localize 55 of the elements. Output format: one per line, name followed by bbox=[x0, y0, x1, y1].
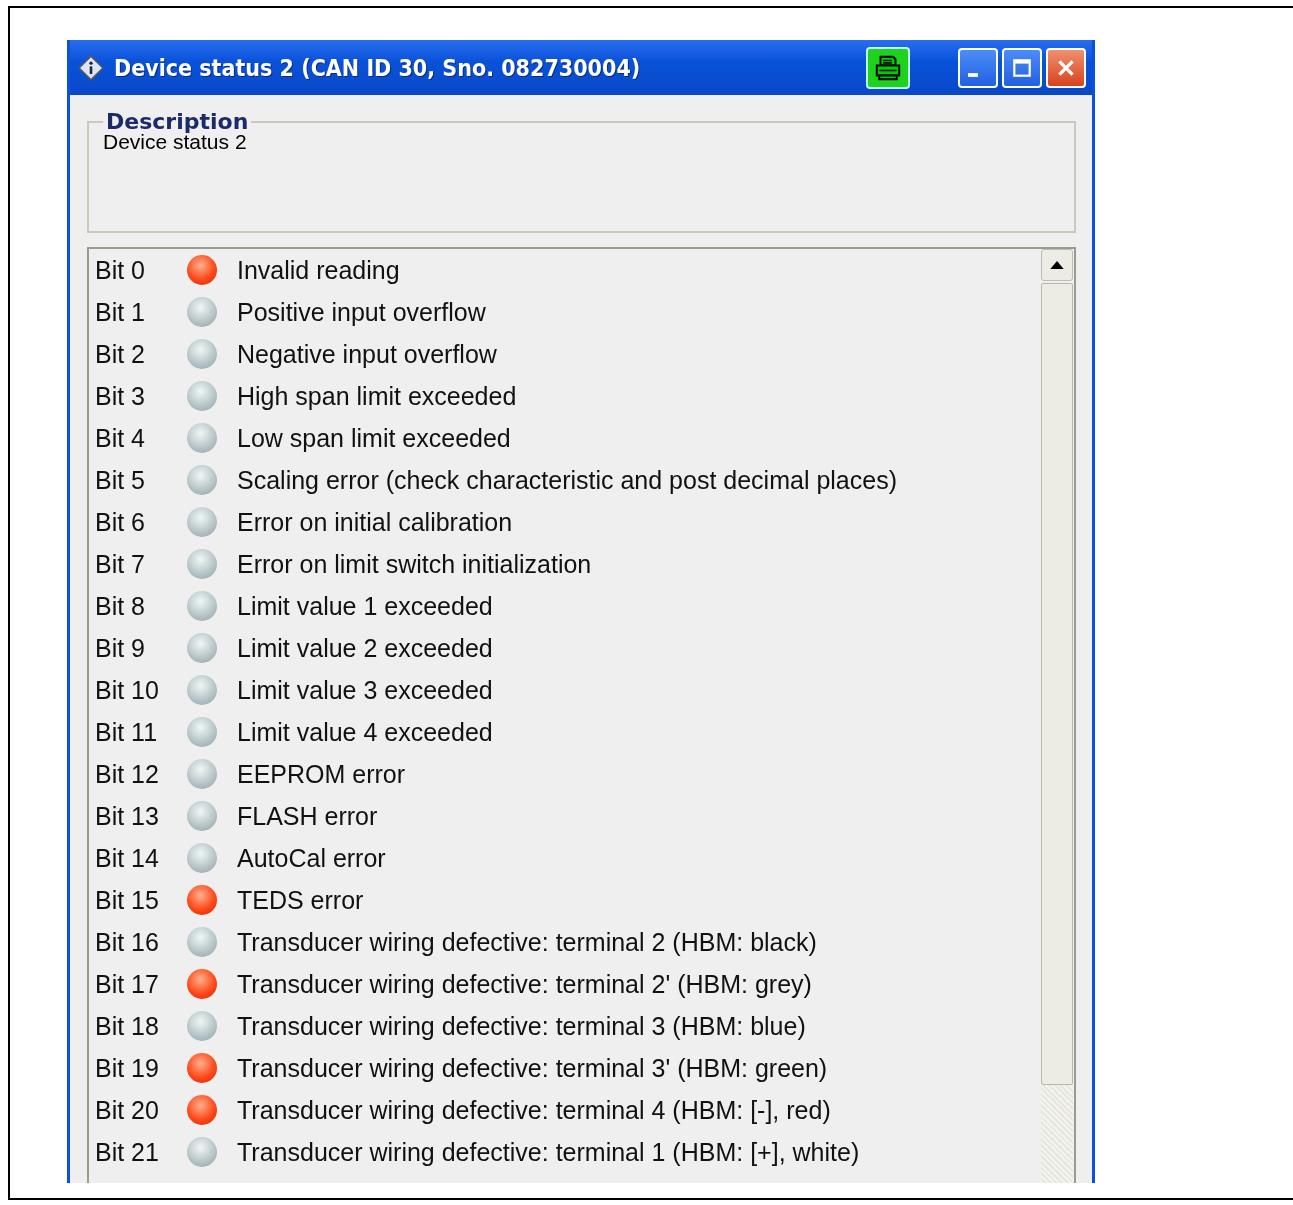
status-label: Negative input overflow bbox=[237, 339, 497, 369]
status-label: Error on initial calibration bbox=[237, 507, 513, 537]
status-label: Transducer wiring defective: terminal 4 (HBM: [-], red) bbox=[237, 1095, 831, 1125]
print-button[interactable] bbox=[866, 46, 910, 89]
status-label: High span limit exceeded bbox=[237, 381, 517, 411]
bit-number: Bit 11 bbox=[95, 717, 159, 747]
close-button[interactable] bbox=[1046, 47, 1086, 88]
maximize-button[interactable] bbox=[1002, 47, 1042, 88]
bit-number: Bit 1 bbox=[95, 297, 147, 327]
status-label: EEPROM error bbox=[237, 759, 406, 789]
bit-number: Bit 9 bbox=[95, 633, 147, 663]
bit-number: Bit 10 bbox=[95, 675, 160, 705]
status-label: Limit value 1 exceeded bbox=[237, 591, 493, 621]
status-label: Limit value 2 exceeded bbox=[237, 633, 493, 663]
bit-number: Bit 18 bbox=[95, 1011, 160, 1041]
bit-number: Bit 12 bbox=[95, 759, 160, 789]
status-label: TEDS error bbox=[237, 885, 364, 915]
bit-number: Bit 15 bbox=[95, 885, 160, 915]
info-icon bbox=[78, 54, 104, 81]
group-legend: Description bbox=[103, 109, 252, 134]
status-label: Transducer wiring defective: terminal 2 (HBM: black) bbox=[237, 927, 817, 957]
status-label: Transducer wiring defective: terminal 1 (HBM: [+], white) bbox=[237, 1137, 860, 1167]
maximize-icon bbox=[1011, 56, 1033, 79]
bit-number: Bit 3 bbox=[95, 381, 147, 411]
status-label: Positive input overflow bbox=[237, 297, 486, 327]
window-title: Device status 2 (CAN ID 30, Sno. 082730004) bbox=[114, 54, 641, 81]
status-label: Limit value 4 exceeded bbox=[237, 717, 493, 747]
bit-number: Bit 16 bbox=[95, 927, 160, 957]
bit-number: Bit 0 bbox=[95, 255, 147, 285]
bit-number: Bit 5 bbox=[95, 465, 147, 495]
status-label: Transducer wiring defective: terminal 2' (HBM: grey) bbox=[237, 969, 812, 999]
status-label: Transducer wiring defective: terminal 3' (HBM: green) bbox=[237, 1053, 828, 1083]
bit-number: Bit 17 bbox=[95, 969, 160, 999]
up-arrow-icon bbox=[1050, 261, 1064, 269]
status-label: FLASH error bbox=[237, 801, 378, 831]
minimize-button[interactable] bbox=[958, 47, 998, 88]
bit-number: Bit 6 bbox=[95, 507, 147, 537]
bit-number: Bit 19 bbox=[95, 1053, 160, 1083]
bit-number: Bit 2 bbox=[95, 339, 147, 369]
status-label: Low span limit exceeded bbox=[237, 423, 511, 453]
status-label: Transducer wiring defective: terminal 3 (HBM: blue) bbox=[237, 1011, 806, 1041]
status-label: Invalid reading bbox=[237, 255, 400, 285]
bit-number: Bit 8 bbox=[95, 591, 147, 621]
bit-number: Bit 14 bbox=[95, 843, 160, 873]
bit-number: Bit 20 bbox=[95, 1095, 160, 1125]
status-label: Scaling error (check characteristic and post decimal places) bbox=[237, 465, 897, 495]
bit-number: Bit 7 bbox=[95, 549, 147, 579]
status-label: Error on limit switch initialization bbox=[237, 549, 592, 579]
bit-number: Bit 21 bbox=[95, 1137, 160, 1167]
status-label: AutoCal error bbox=[237, 843, 386, 873]
minimize-icon bbox=[968, 72, 978, 77]
bit-number: Bit 4 bbox=[95, 423, 147, 453]
status-label: Limit value 3 exceeded bbox=[237, 675, 493, 705]
scroll-up-button[interactable] bbox=[1041, 249, 1073, 281]
bit-number: Bit 13 bbox=[95, 801, 160, 831]
